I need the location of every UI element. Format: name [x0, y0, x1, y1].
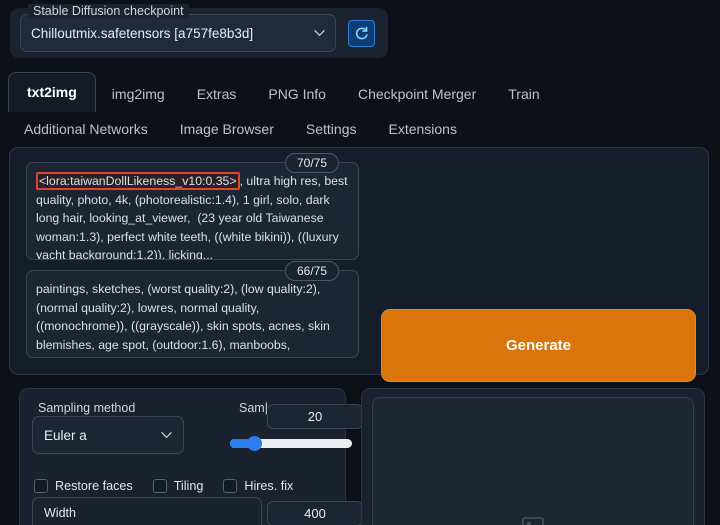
restore-faces-label: Restore faces — [55, 479, 133, 493]
tab-checkpoint-merger[interactable]: Checkpoint Merger — [342, 76, 492, 112]
settings-panel: Sampling method Euler a Sam| 20 Restore … — [19, 388, 363, 525]
prompt-panel: <lora:taiwanDollLikeness_v10:0.35>, ultr… — [9, 147, 709, 480]
checkpoint-label: Stable Diffusion checkpoint — [28, 4, 189, 18]
hires-fix-checkbox[interactable]: Hires. fix — [223, 479, 293, 493]
image-output-area[interactable] — [372, 397, 694, 525]
negative-prompt-textarea[interactable]: paintings, sketches, (worst quality:2), … — [26, 270, 359, 358]
sampling-method-value: Euler a — [44, 427, 87, 443]
tab-extras[interactable]: Extras — [181, 76, 253, 112]
prompt-token-counter: 70/75 — [285, 153, 340, 173]
width-label: Width — [40, 506, 80, 520]
chevron-down-icon — [314, 30, 325, 37]
tab-png-info[interactable]: PNG Info — [252, 76, 342, 112]
negative-prompt-text: paintings, sketches, (worst quality:2), … — [36, 282, 334, 352]
tab-row-secondary: Additional Networks Image Browser Settin… — [8, 112, 714, 146]
checkbox-box[interactable] — [152, 479, 167, 493]
checkbox-box[interactable] — [223, 479, 238, 493]
width-input[interactable]: 400 — [267, 501, 363, 525]
tab-settings[interactable]: Settings — [290, 114, 373, 144]
image-placeholder-icon — [522, 517, 544, 525]
tiling-label: Tiling — [173, 479, 204, 493]
tab-train[interactable]: Train — [492, 76, 555, 112]
tab-txt2img[interactable]: txt2img — [8, 72, 96, 112]
toggles-row: Restore faces Tiling Hires. fix — [34, 479, 313, 493]
lora-tag-highlight: <lora:taiwanDollLikeness_v10:0.35> — [36, 172, 240, 190]
checkpoint-bar: Stable Diffusion checkpoint Chilloutmix.… — [10, 4, 388, 58]
tab-image-browser[interactable]: Image Browser — [164, 114, 290, 144]
output-panel — [361, 388, 705, 525]
chevron-down-icon — [161, 432, 172, 439]
sampling-method-label: Sampling method — [34, 401, 140, 415]
checkpoint-dropdown[interactable]: Stable Diffusion checkpoint Chilloutmix.… — [20, 4, 336, 52]
sampling-steps-label: Sam| — [236, 401, 268, 415]
tiling-checkbox[interactable]: Tiling — [152, 479, 204, 493]
tab-extensions[interactable]: Extensions — [372, 114, 472, 144]
sampling-method-dropdown[interactable]: Euler a — [32, 416, 184, 454]
sampling-steps-input[interactable]: 20 — [267, 404, 363, 429]
checkbox-box[interactable] — [34, 479, 48, 493]
tab-additional-networks[interactable]: Additional Networks — [8, 114, 164, 144]
sampling-steps-slider[interactable] — [230, 436, 352, 451]
checkpoint-value: Chilloutmix.safetensors [a757fe8b3d] — [31, 25, 254, 41]
tab-row-primary: txt2img img2img Extras PNG Info Checkpoi… — [8, 70, 714, 112]
restore-faces-checkbox[interactable]: Restore faces — [34, 479, 133, 493]
tab-bar: txt2img img2img Extras PNG Info Checkpoi… — [8, 70, 714, 146]
hires-fix-label: Hires. fix — [244, 479, 294, 493]
generate-button[interactable]: Generate — [381, 309, 696, 382]
tab-img2img[interactable]: img2img — [96, 76, 181, 112]
prompt-text: <lora:taiwanDollLikeness_v10:0.35>, ultr… — [36, 172, 349, 259]
prompt-textarea[interactable]: <lora:taiwanDollLikeness_v10:0.35>, ultr… — [26, 162, 359, 260]
slider-handle[interactable] — [247, 436, 263, 451]
refresh-icon — [355, 26, 368, 39]
checkpoint-refresh-button[interactable] — [348, 19, 375, 47]
negative-prompt-token-counter: 66/75 — [285, 261, 340, 281]
